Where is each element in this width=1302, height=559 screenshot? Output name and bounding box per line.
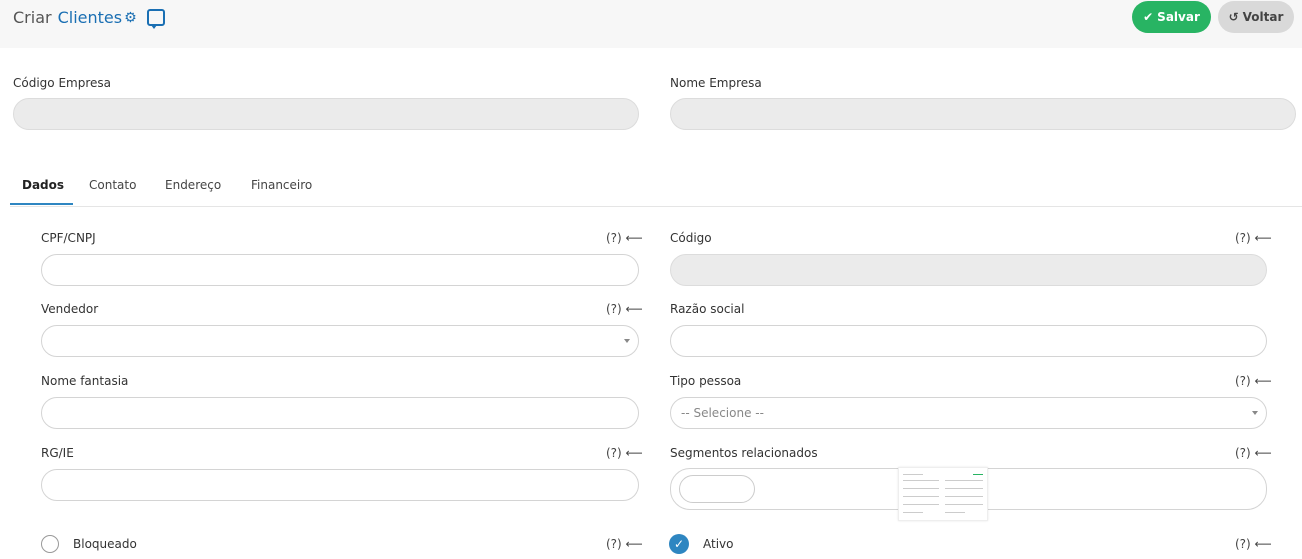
tab-dados[interactable]: Dados	[22, 178, 64, 192]
cpf-cnpj-label: CPF/CNPJ	[41, 231, 96, 245]
thumb-line	[945, 512, 965, 513]
page-title: Criar Clientes ⚙	[13, 8, 165, 29]
help-cpf-cnpj[interactable]: (?) ⟵	[606, 231, 643, 245]
thumb-line	[945, 496, 983, 497]
active-tab-indicator	[10, 203, 73, 205]
title-entity: Clientes	[57, 8, 123, 27]
rg-ie-input[interactable]	[41, 469, 639, 501]
thumb-line	[903, 496, 939, 497]
chevron-down-icon	[624, 339, 630, 343]
razao-social-label: Razão social	[670, 302, 745, 316]
back-label: Voltar	[1242, 10, 1284, 24]
thumb-line	[903, 474, 923, 475]
gears-icon[interactable]: ⚙	[124, 10, 137, 26]
tab-bar: Dados Contato Endereço Financeiro	[10, 168, 1302, 207]
company-code-input	[13, 98, 639, 130]
back-button[interactable]: ↺ Voltar	[1218, 1, 1294, 33]
segmentos-label: Segmentos relacionados	[670, 446, 818, 460]
chat-icon[interactable]	[146, 9, 165, 29]
segmentos-search-input[interactable]	[679, 475, 755, 503]
help-rg-ie[interactable]: (?) ⟵	[606, 446, 643, 460]
vendedor-select[interactable]	[41, 325, 639, 357]
preview-thumbnail	[898, 467, 988, 521]
thumb-line	[903, 504, 939, 505]
nome-fantasia-label: Nome fantasia	[41, 374, 129, 388]
chevron-down-icon	[1252, 411, 1258, 415]
nome-fantasia-input[interactable]	[41, 397, 639, 429]
bloqueado-radio[interactable]	[41, 535, 59, 553]
tipo-pessoa-value: -- Selecione --	[681, 406, 764, 420]
tipo-pessoa-select[interactable]: -- Selecione --	[670, 397, 1267, 429]
check-icon: ✓	[673, 537, 685, 551]
codigo-label: Código	[670, 231, 712, 245]
check-icon: ✔	[1143, 10, 1154, 24]
tipo-pessoa-label: Tipo pessoa	[670, 374, 742, 388]
save-button[interactable]: ✔ Salvar	[1132, 1, 1211, 33]
vendedor-label: Vendedor	[41, 302, 99, 316]
tab-financeiro[interactable]: Financeiro	[251, 178, 312, 192]
top-bar: Criar Clientes ⚙	[0, 0, 1302, 48]
codigo-input	[670, 254, 1267, 286]
thumb-line	[945, 480, 983, 481]
cpf-cnpj-input[interactable]	[41, 254, 639, 286]
tab-contato[interactable]: Contato	[89, 178, 136, 192]
company-name-label: Nome Empresa	[670, 76, 762, 90]
save-label: Salvar	[1157, 10, 1200, 24]
ativo-label: Ativo	[703, 537, 734, 551]
help-ativo[interactable]: (?) ⟵	[1235, 537, 1272, 551]
help-bloqueado[interactable]: (?) ⟵	[606, 537, 643, 551]
thumb-line	[903, 512, 923, 513]
help-vendedor[interactable]: (?) ⟵	[606, 302, 643, 316]
thumb-line	[973, 474, 983, 475]
company-name-input	[670, 98, 1296, 130]
ativo-checkbox[interactable]: ✓	[669, 534, 689, 554]
help-codigo[interactable]: (?) ⟵	[1235, 231, 1272, 245]
thumb-line	[945, 504, 983, 505]
razao-social-input[interactable]	[670, 325, 1267, 357]
thumb-line	[945, 488, 983, 489]
tab-endereco[interactable]: Endereço	[165, 178, 221, 192]
thumb-line	[903, 480, 939, 481]
company-code-label: Código Empresa	[13, 76, 111, 90]
help-tipo-pessoa[interactable]: (?) ⟵	[1235, 374, 1272, 388]
rg-ie-label: RG/IE	[41, 446, 74, 460]
title-prefix: Criar	[13, 8, 52, 27]
undo-icon: ↺	[1228, 10, 1239, 24]
help-segmentos[interactable]: (?) ⟵	[1235, 446, 1272, 460]
bloqueado-label: Bloqueado	[73, 537, 137, 551]
thumb-line	[903, 488, 939, 489]
